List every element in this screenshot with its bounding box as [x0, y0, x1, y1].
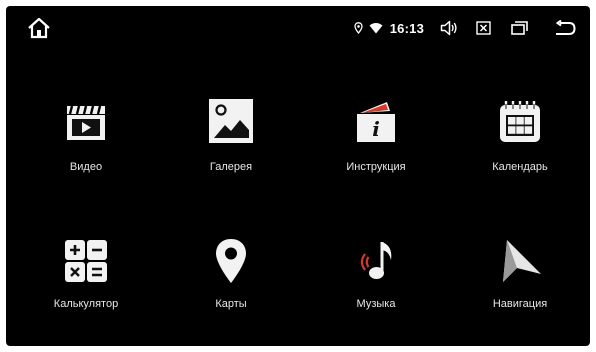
video-icon — [63, 98, 109, 144]
close-box-icon[interactable] — [476, 21, 491, 35]
app-label: Калькулятор — [53, 298, 119, 310]
app-label: Видео — [69, 161, 103, 173]
manual-icon: i — [353, 98, 399, 144]
volume-icon[interactable] — [440, 20, 458, 36]
gallery-icon — [208, 98, 254, 144]
app-navigation[interactable]: Навигация — [450, 184, 590, 310]
home-icon[interactable] — [26, 16, 52, 40]
calendar-icon — [497, 98, 543, 144]
music-icon — [353, 238, 399, 284]
recent-apps-icon[interactable] — [511, 21, 528, 35]
app-maps[interactable]: Карты — [161, 184, 301, 310]
wifi-icon — [369, 22, 383, 34]
map-pin-icon — [208, 238, 254, 284]
app-label: Инструкция — [346, 161, 406, 173]
app-grid: Видео Галерея i Инструкция Календарь Кал… — [6, 50, 590, 346]
app-calendar[interactable]: Календарь — [450, 50, 590, 173]
app-label: Музыка — [356, 298, 396, 310]
status-bar: 16:13 — [6, 6, 590, 50]
app-music[interactable]: Музыка — [306, 184, 446, 310]
app-label: Навигация — [492, 298, 548, 310]
location-icon — [354, 22, 363, 34]
app-label: Галерея — [209, 161, 253, 173]
svg-text:i: i — [372, 117, 380, 141]
launcher-screen: 16:13 Видео Галерея i Инструкция Календа… — [6, 6, 590, 346]
calculator-icon — [63, 238, 109, 284]
status-icons: 16:13 — [354, 16, 576, 40]
app-video[interactable]: Видео — [16, 50, 156, 173]
app-manual[interactable]: i Инструкция — [306, 50, 446, 173]
app-label: Карты — [215, 298, 247, 310]
app-calculator[interactable]: Калькулятор — [16, 184, 156, 310]
app-gallery[interactable]: Галерея — [161, 50, 301, 173]
app-label: Календарь — [492, 161, 548, 173]
navigation-icon — [497, 238, 543, 284]
back-icon[interactable] — [554, 20, 576, 36]
clock: 16:13 — [389, 20, 424, 36]
